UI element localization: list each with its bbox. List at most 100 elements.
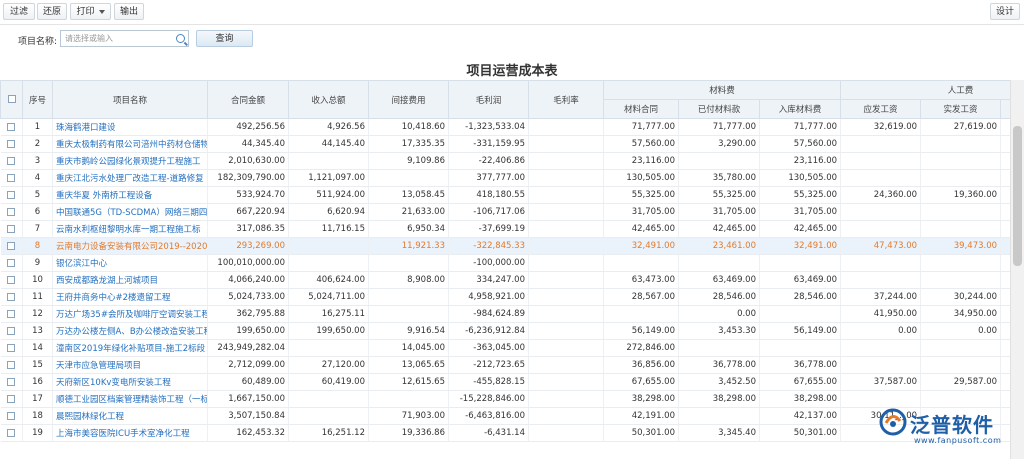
cell-project-name[interactable]: 银亿滨江中心	[52, 254, 208, 272]
table-row[interactable]: 10 西安成都路龙湖上河城项目 4,066,240.00 406,624.00 8,90…	[0, 271, 1010, 289]
cell-labor-paid: 0.00	[920, 322, 1002, 340]
table-row[interactable]: 11 王府井商务中心#2楼遗留工程 5,024,733.00 5,024,711.00…	[0, 288, 1010, 306]
cell-labor-extra	[1000, 305, 1010, 323]
row-checkbox[interactable]	[7, 411, 16, 420]
table-row[interactable]: 16 天府新区10Kv变电所安装工程 60,489.00 60,419.00 12,61…	[0, 373, 1010, 391]
col-group-labor: 人工费	[840, 80, 1010, 100]
row-checkbox[interactable]	[7, 343, 16, 352]
cell-mat-stock: 67,655.00	[759, 373, 842, 391]
cell-project-name[interactable]: 重庆华夏 外南桥工程设备	[52, 186, 208, 204]
vertical-scrollbar[interactable]	[1010, 80, 1024, 459]
cell-seq: 4	[22, 169, 53, 187]
cell-project-name[interactable]: 西安成都路龙湖上河城项目	[52, 271, 208, 289]
cell-seq: 19	[22, 424, 53, 442]
cell-labor-extra	[1000, 373, 1010, 391]
cell-seq: 11	[22, 288, 53, 306]
cell-project-name[interactable]: 珠海鹤港口建设	[52, 118, 208, 136]
table-row[interactable]: 14 潼南区2019年绿化补贴项目-施工2标段 243,949,282.04 14,0…	[0, 339, 1010, 357]
row-checkbox[interactable]	[7, 190, 16, 199]
cell-indirect	[368, 254, 449, 272]
project-name-input[interactable]	[61, 31, 177, 46]
table-row[interactable]: 18 晨熙园林绿化工程 3,507,150.84 71,903.00 -6,463,81…	[0, 407, 1010, 425]
cell-project-name[interactable]: 中国联通5G（TD-SCDMA）网络三期四川	[52, 203, 208, 221]
table-row[interactable]: 4 重庆江北污水处理厂改造工程-道路修复 182,309,790.00 1,121,0…	[0, 169, 1010, 187]
row-checkbox[interactable]	[7, 360, 16, 369]
table-row[interactable]: 19 上海市美容医院ICU手术室净化工程 162,453.32 16,251.12 19…	[0, 424, 1010, 442]
cell-income: 406,624.00	[288, 271, 369, 289]
cell-project-name[interactable]: 顺德工业园区档案管理精装饰工程（一标段	[52, 390, 208, 408]
table-row[interactable]: 12 万达广场35#会所及咖啡厅空调安装工程 362,795.88 16,275.11…	[0, 305, 1010, 323]
cell-gross: -22,406.86	[448, 152, 529, 170]
search-icon[interactable]	[176, 34, 185, 43]
cell-indirect: 13,065.65	[368, 356, 449, 374]
table-row[interactable]: 8 云南电力设备安装有限公司2019--2020年 293,269.00 11,921…	[0, 237, 1010, 255]
print-button[interactable]: 打印	[70, 3, 111, 20]
cell-project-name[interactable]: 天府新区10Kv变电所安装工程	[52, 373, 208, 391]
cell-mat-paid	[678, 339, 760, 357]
row-checkbox[interactable]	[7, 241, 16, 250]
row-checkbox[interactable]	[7, 292, 16, 301]
row-select-cell	[0, 271, 23, 289]
col-group-material: 材料费	[602, 80, 842, 100]
row-checkbox[interactable]	[7, 428, 16, 437]
row-checkbox[interactable]	[7, 156, 16, 165]
table-row[interactable]: 7 云南水利枢纽黎明水库一期工程施工标 317,086.35 11,716.15 6,9…	[0, 220, 1010, 238]
row-checkbox[interactable]	[7, 207, 16, 216]
query-button[interactable]: 查询	[196, 30, 253, 47]
row-checkbox[interactable]	[7, 224, 16, 233]
select-all-checkbox[interactable]	[7, 95, 16, 103]
cell-labor-paid	[920, 254, 1002, 272]
cell-income: 16,275.11	[288, 305, 369, 323]
col-indirect: 间接费用	[368, 80, 449, 119]
table-row[interactable]: 3 重庆市鹅岭公园绿化景观提升工程施工 2,010,630.00 9,109.86 -2…	[0, 152, 1010, 170]
project-name-field[interactable]	[60, 30, 189, 47]
row-select-cell	[0, 390, 23, 408]
table-row[interactable]: 17 顺德工业园区档案管理精装饰工程（一标段 1,667,150.00 -15,228…	[0, 390, 1010, 408]
cell-project-name[interactable]: 万达广场35#会所及咖啡厅空调安装工程	[52, 305, 208, 323]
row-checkbox[interactable]	[7, 377, 16, 386]
cell-labor-extra	[1000, 152, 1010, 170]
cell-project-name[interactable]: 天津市应急管理局项目	[52, 356, 208, 374]
settings-button[interactable]: 设计	[990, 3, 1020, 20]
cell-gross: 377,777.00	[448, 169, 529, 187]
cell-project-name[interactable]: 重庆市鹅岭公园绿化景观提升工程施工	[52, 152, 208, 170]
table-row[interactable]: 2 重庆太极制药有限公司涪州中药材仓储物流 44,345.40 44,145.40 17…	[0, 135, 1010, 153]
col-labor-due: 应发工资	[840, 99, 922, 119]
row-checkbox[interactable]	[7, 258, 16, 267]
cell-indirect: 14,045.00	[368, 339, 449, 357]
cell-rate	[528, 356, 604, 374]
table-row[interactable]: 5 重庆华夏 外南桥工程设备 533,924.70 511,924.00 13,058.…	[0, 186, 1010, 204]
table-row[interactable]: 6 中国联通5G（TD-SCDMA）网络三期四川 667,220.94 6,620.9…	[0, 203, 1010, 221]
row-checkbox[interactable]	[7, 326, 16, 335]
export-button[interactable]: 输出	[114, 3, 144, 20]
row-checkbox[interactable]	[7, 394, 16, 403]
cell-project-name[interactable]: 上海市美容医院ICU手术室净化工程	[52, 424, 208, 442]
cell-mat-contract: 130,505.00	[603, 169, 679, 187]
cell-project-name[interactable]: 云南水利枢纽黎明水库一期工程施工标	[52, 220, 208, 238]
cell-project-name[interactable]: 潼南区2019年绿化补贴项目-施工2标段	[52, 339, 208, 357]
cell-labor-extra	[1000, 169, 1010, 187]
cell-project-name[interactable]: 重庆江北污水处理厂改造工程-道路修复	[52, 169, 208, 187]
cell-mat-paid: 35,780.00	[678, 169, 760, 187]
table-row[interactable]: 13 万达办公楼左侧A、B办公楼改造安装工程 199,650.00 199,650.0…	[0, 322, 1010, 340]
row-checkbox[interactable]	[7, 122, 16, 131]
row-checkbox[interactable]	[7, 139, 16, 148]
restore-button[interactable]: 还原	[37, 3, 67, 20]
row-checkbox[interactable]	[7, 309, 16, 318]
cell-project-name[interactable]: 万达办公楼左侧A、B办公楼改造安装工程	[52, 322, 208, 340]
scrollbar-thumb[interactable]	[1013, 126, 1022, 266]
cell-project-name[interactable]: 王府井商务中心#2楼遗留工程	[52, 288, 208, 306]
table-row[interactable]: 15 天津市应急管理局项目 2,712,099.00 27,120.00 13,065.…	[0, 356, 1010, 374]
filter-button[interactable]: 过滤	[3, 3, 35, 20]
cell-project-name[interactable]: 重庆太极制药有限公司涪州中药材仓储物流	[52, 135, 208, 153]
table-row[interactable]: 9 银亿滨江中心 100,010,000.00 -100,000.00	[0, 254, 1010, 272]
cost-table: 序号 项目名称 合同金额 收入总额 间接费用 毛利润 毛利率 材料费 人工费 材…	[0, 80, 1010, 442]
cell-project-name[interactable]: 晨熙园林绿化工程	[52, 407, 208, 425]
row-checkbox[interactable]	[7, 275, 16, 284]
row-checkbox[interactable]	[7, 173, 16, 182]
cell-contract: 243,949,282.04	[207, 339, 289, 357]
col-labor-paid: 实发工资	[920, 99, 1002, 119]
table-row[interactable]: 1 珠海鹤港口建设 492,256.56 4,926.56 10,418.60 -1,32…	[0, 118, 1010, 136]
cell-project-name[interactable]: 云南电力设备安装有限公司2019--2020年	[52, 237, 208, 255]
cell-labor-extra	[1000, 186, 1010, 204]
